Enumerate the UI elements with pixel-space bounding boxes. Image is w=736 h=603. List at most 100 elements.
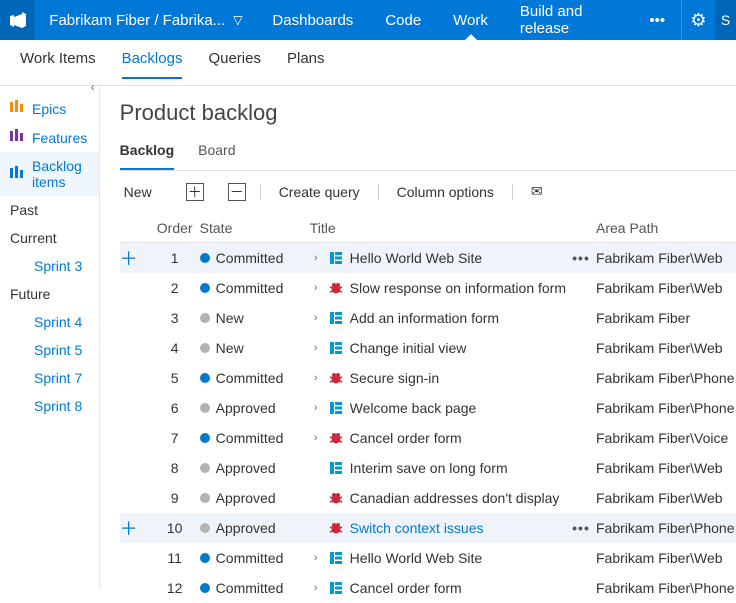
add-child-button[interactable]: ＋ xyxy=(186,183,204,201)
backlog-row[interactable]: ＋4New›Change initial view•••Fabrikam Fib… xyxy=(120,333,736,363)
project-breadcrumb-label: Fabrikam Fiber / Fabrika... xyxy=(49,12,225,29)
item-title[interactable]: Cancel order form xyxy=(350,580,462,596)
backlog-grid: Order State Title Area Path ＋1Committed›… xyxy=(120,214,736,603)
sprint-sprint-3[interactable]: Sprint 3 xyxy=(0,252,99,280)
settings-button[interactable]: ⚙ xyxy=(681,0,715,40)
col-header-order[interactable]: Order xyxy=(150,220,200,236)
item-order: 1 xyxy=(150,250,200,266)
item-area-path: Fabrikam Fiber\Phone xyxy=(596,370,736,386)
item-state: Approved xyxy=(200,490,310,506)
item-state: Committed xyxy=(200,580,310,596)
backlog-row[interactable]: ＋2Committed›Slow response on information… xyxy=(120,273,736,303)
add-child-icon[interactable]: ＋ xyxy=(120,249,138,269)
nav-item-work[interactable]: Work xyxy=(437,0,504,40)
expand-icon[interactable]: › xyxy=(310,282,322,294)
backlog-row[interactable]: ＋7Committed›Cancel order form•••Fabrikam… xyxy=(120,423,736,453)
expand-icon[interactable]: › xyxy=(310,372,322,384)
hub-work-items[interactable]: Work Items xyxy=(20,50,96,77)
backlog-sidebar: ‹ EpicsFeaturesBacklog items Past Curren… xyxy=(0,86,100,589)
item-state: Committed xyxy=(200,250,310,266)
item-title[interactable]: Add an information form xyxy=(350,310,499,326)
add-child-icon[interactable]: ＋ xyxy=(120,519,138,539)
item-title[interactable]: Welcome back page xyxy=(350,400,477,416)
item-title[interactable]: Cancel order form xyxy=(350,430,462,446)
backlog-row[interactable]: ＋5Committed›Secure sign-in•••Fabrikam Fi… xyxy=(120,363,736,393)
expand-icon[interactable]: › xyxy=(310,312,322,324)
subtab-board[interactable]: Board xyxy=(198,138,235,170)
features-icon xyxy=(10,129,24,146)
item-title[interactable]: Interim save on long form xyxy=(350,460,508,476)
column-options-button[interactable]: Column options xyxy=(393,182,498,202)
expand-icon[interactable]: › xyxy=(310,402,322,414)
nav-overflow[interactable]: S xyxy=(715,0,736,40)
nav-item-code[interactable]: Code xyxy=(369,0,437,40)
item-title[interactable]: Hello World Web Site xyxy=(350,550,483,566)
pbi-icon xyxy=(328,580,344,596)
sidebar-item-features[interactable]: Features xyxy=(0,123,99,152)
item-state: Approved xyxy=(200,400,310,416)
item-title[interactable]: Hello World Web Site xyxy=(350,250,483,266)
subtab-backlog[interactable]: Backlog xyxy=(120,138,174,170)
vsts-logo-icon[interactable] xyxy=(0,0,35,40)
nav-more-button[interactable]: ••• xyxy=(633,0,681,40)
backlog-row[interactable]: ＋6Approved›Welcome back page•••Fabrikam … xyxy=(120,393,736,423)
iteration-group-current[interactable]: Current xyxy=(0,224,99,252)
backlog-row[interactable]: ＋12Committed›Cancel order form•••Fabrika… xyxy=(120,573,736,603)
email-button[interactable]: ✉ xyxy=(527,181,547,202)
sprint-sprint-7[interactable]: Sprint 7 xyxy=(0,364,99,392)
iteration-group-future[interactable]: Future xyxy=(0,280,99,308)
item-title[interactable]: Change initial view xyxy=(350,340,467,356)
remove-button[interactable]: － xyxy=(228,183,246,201)
backlog-row[interactable]: ＋3New›Add an information form•••Fabrikam… xyxy=(120,303,736,333)
sidebar-item-backlog-items[interactable]: Backlog items xyxy=(0,152,99,196)
col-header-title[interactable]: Title xyxy=(310,220,566,236)
nav-item-dashboards[interactable]: Dashboards xyxy=(256,0,369,40)
backlog-row[interactable]: ＋8ApprovedInterim save on long form•••Fa… xyxy=(120,453,736,483)
item-title[interactable]: Switch context issues xyxy=(350,520,484,536)
nav-item-build-and-release[interactable]: Build and release xyxy=(504,0,633,40)
chevron-down-icon: ▽ xyxy=(233,13,242,27)
item-state: Committed xyxy=(200,370,310,386)
sprint-sprint-4[interactable]: Sprint 4 xyxy=(0,308,99,336)
sprint-sprint-8[interactable]: Sprint 8 xyxy=(0,392,99,420)
bug-icon xyxy=(328,280,344,296)
gear-icon: ⚙ xyxy=(690,10,706,31)
expand-icon[interactable]: › xyxy=(310,582,322,594)
iteration-group-past[interactable]: Past xyxy=(0,196,99,224)
row-actions-button[interactable]: ••• xyxy=(572,250,590,266)
hub-plans[interactable]: Plans xyxy=(287,50,325,77)
backlog-row[interactable]: ＋10ApprovedSwitch context issues•••Fabri… xyxy=(120,513,736,543)
sidebar-item-label: Features xyxy=(32,130,87,146)
nav-overflow-letter: S xyxy=(721,12,730,28)
item-state: Approved xyxy=(200,520,310,536)
create-query-button[interactable]: Create query xyxy=(275,182,364,202)
item-title[interactable]: Canadian addresses don't display xyxy=(350,490,560,506)
item-state: New xyxy=(200,310,310,326)
expand-icon[interactable]: › xyxy=(310,552,322,564)
expand-icon[interactable]: › xyxy=(310,252,322,264)
state-dot-icon xyxy=(200,283,210,293)
state-dot-icon xyxy=(200,523,210,533)
backlog-row[interactable]: ＋1Committed›Hello World Web Site•••Fabri… xyxy=(120,243,736,273)
item-state: Approved xyxy=(200,460,310,476)
backlog-row[interactable]: ＋9ApprovedCanadian addresses don't displ… xyxy=(120,483,736,513)
item-title[interactable]: Secure sign-in xyxy=(350,370,440,386)
item-area-path: Fabrikam Fiber\Web xyxy=(596,490,736,506)
sidebar-collapse-handle[interactable]: ‹ xyxy=(91,80,95,94)
item-title[interactable]: Slow response on information form xyxy=(350,280,566,296)
hub-backlogs[interactable]: Backlogs xyxy=(122,50,183,79)
item-area-path: Fabrikam Fiber\Phone xyxy=(596,520,736,536)
backlog-row[interactable]: ＋11Committed›Hello World Web Site•••Fabr… xyxy=(120,543,736,573)
sidebar-item-epics[interactable]: Epics xyxy=(0,94,99,123)
col-header-area[interactable]: Area Path xyxy=(596,220,736,236)
row-actions-button[interactable]: ••• xyxy=(572,520,590,536)
project-breadcrumb[interactable]: Fabrikam Fiber / Fabrika... ▽ xyxy=(35,0,256,40)
expand-icon[interactable]: › xyxy=(310,342,322,354)
hub-queries[interactable]: Queries xyxy=(208,50,261,77)
new-item-button[interactable]: New xyxy=(120,182,156,202)
backlog-toolbar: New ＋ － Create query Column options ✉ xyxy=(120,171,736,214)
col-header-state[interactable]: State xyxy=(200,220,310,236)
sprint-sprint-5[interactable]: Sprint 5 xyxy=(0,336,99,364)
expand-icon[interactable]: › xyxy=(310,432,322,444)
mail-icon: ✉ xyxy=(531,183,543,199)
